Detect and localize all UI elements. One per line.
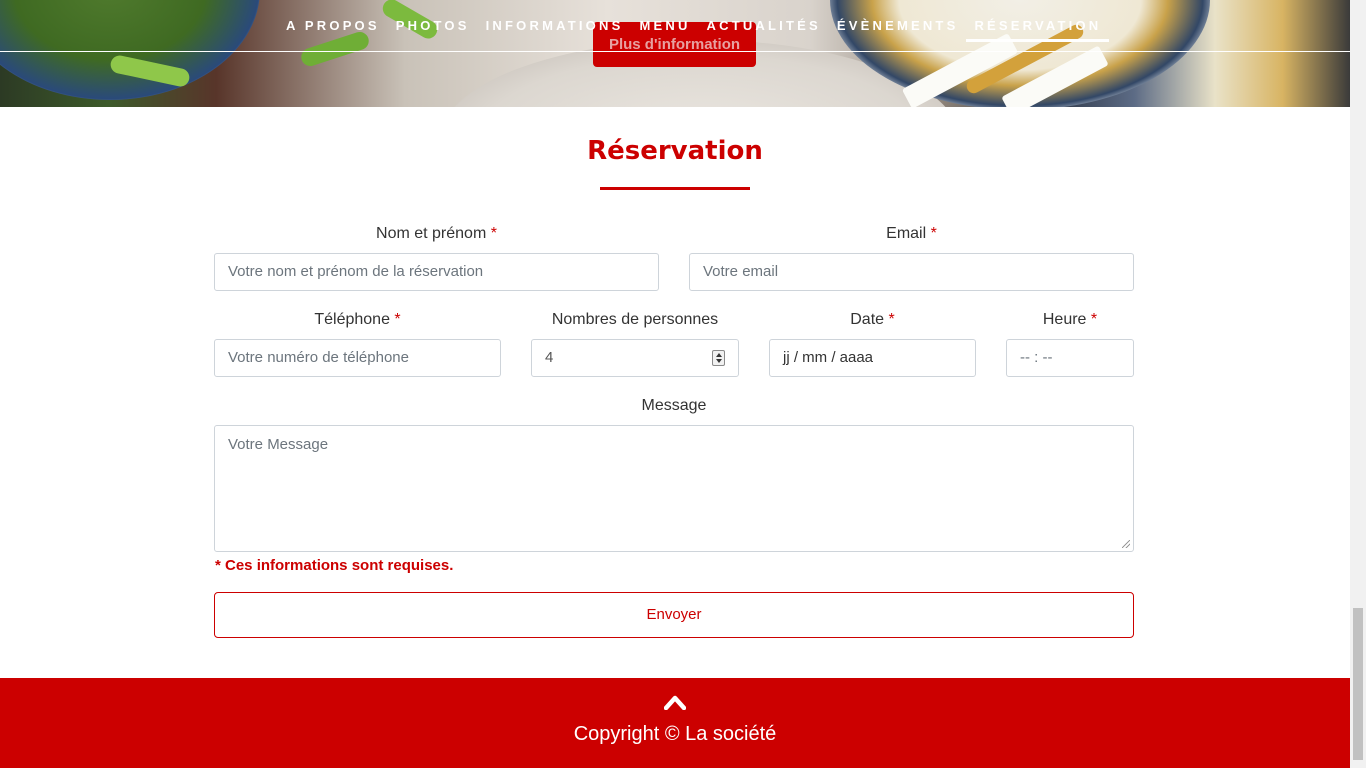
required-asterisk: * [888, 311, 895, 328]
nav-item-informations[interactable]: INFORMATIONS [478, 18, 632, 42]
name-label-text: Nom et prénom [376, 225, 487, 242]
phone-label: Téléphone * [214, 311, 501, 329]
date-input[interactable]: jj / mm / aaaa [769, 339, 976, 377]
phone-input[interactable]: Votre numéro de téléphone [214, 339, 501, 377]
copyright-text: Copyright © La société [573, 723, 777, 745]
people-label-text: Nombres de personnes [551, 311, 719, 328]
time-input[interactable]: -- : -- [1006, 339, 1134, 377]
nav-item-reservation[interactable]: RÉSERVATION [966, 18, 1110, 42]
chevron-up-icon[interactable] [664, 694, 686, 710]
email-input[interactable]: Votre email [689, 253, 1134, 291]
phone-label-text: Téléphone [314, 311, 390, 328]
scrollbar-thumb[interactable] [1353, 608, 1363, 760]
date-label: Date * [769, 311, 976, 329]
required-asterisk: * [1090, 311, 1098, 328]
section-title: Réservation [587, 136, 763, 166]
submit-button[interactable]: Envoyer [214, 592, 1134, 638]
main-nav: A PROPOS PHOTOS INFORMATIONS MENU ACTUAL… [0, 0, 1350, 52]
people-label: Nombres de personnes [531, 311, 739, 329]
nav-list: A PROPOS PHOTOS INFORMATIONS MENU ACTUAL… [278, 18, 1110, 42]
email-label: Email * [689, 225, 1134, 243]
required-asterisk: * [394, 311, 401, 328]
time-label-text: Heure [1042, 311, 1087, 328]
time-label: Heure * [1006, 311, 1134, 329]
name-label: Nom et prénom * [214, 225, 659, 243]
required-asterisk: * [490, 225, 497, 242]
nav-item-photos[interactable]: PHOTOS [388, 18, 478, 42]
required-asterisk: * [930, 225, 937, 242]
title-underline [600, 187, 750, 190]
message-label: Message [214, 397, 1134, 415]
footer: Copyright © La société [0, 678, 1350, 768]
nav-item-actualites[interactable]: ACTUALITÉS [699, 18, 829, 42]
nav-item-menu[interactable]: MENU [631, 18, 698, 42]
people-number-input[interactable]: 4 [531, 339, 739, 377]
message-label-text: Message [641, 397, 707, 414]
date-label-text: Date [850, 311, 885, 328]
spinner-arrows-icon[interactable] [712, 350, 725, 366]
resize-grip-icon[interactable] [1122, 540, 1130, 548]
page-scrollbar[interactable] [1350, 0, 1366, 768]
required-note: * Ces informations sont requises. [215, 557, 454, 574]
message-textarea[interactable]: Votre Message [214, 425, 1134, 552]
nav-item-a-propos[interactable]: A PROPOS [278, 18, 388, 42]
nav-item-evenements[interactable]: ÉVÈNEMENTS [829, 18, 967, 42]
message-placeholder: Votre Message [228, 436, 329, 453]
people-value: 4 [545, 349, 554, 366]
submit-button-label: Envoyer [646, 606, 702, 623]
email-label-text: Email [886, 225, 927, 242]
hero-banner: Plus d'information A PROPOS PHOTOS INFOR… [0, 0, 1350, 107]
name-input[interactable]: Votre nom et prénom de la réservation [214, 253, 659, 291]
